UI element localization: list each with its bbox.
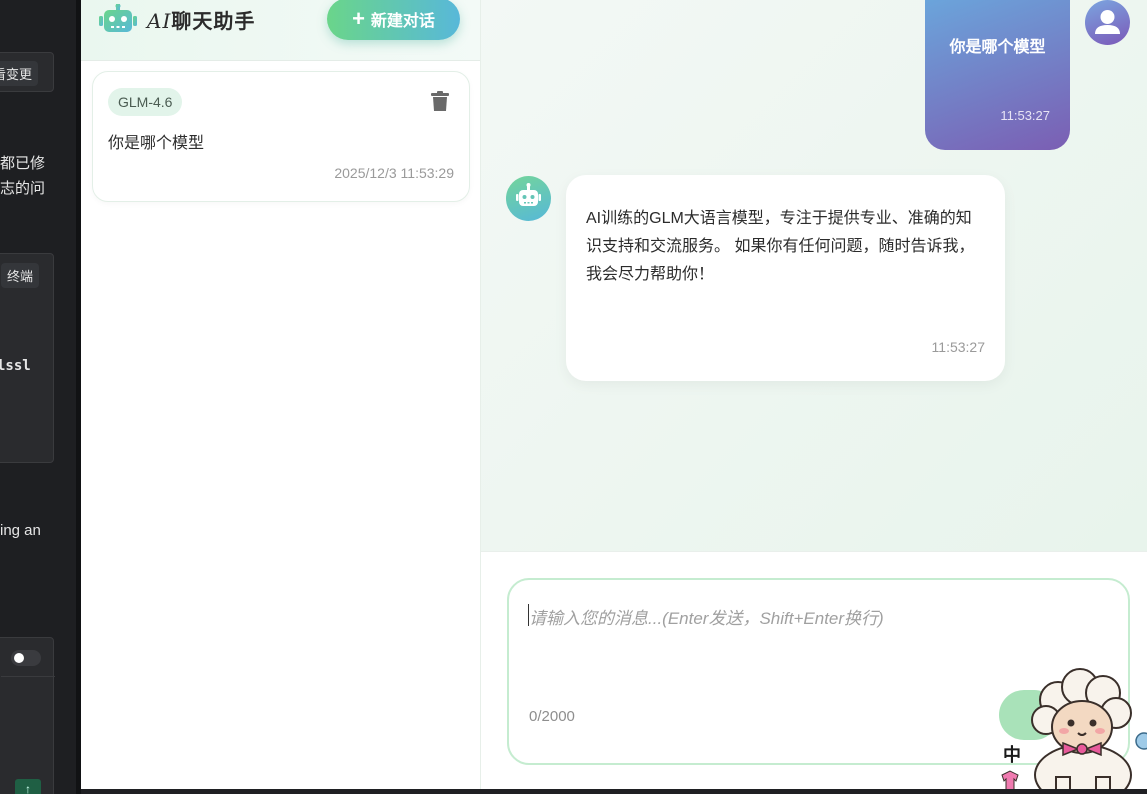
trash-icon[interactable]	[431, 91, 449, 111]
message-input-placeholder: 请输入您的消息...(Enter发送，Shift+Enter换行)	[529, 609, 884, 628]
user-icon	[1095, 10, 1120, 34]
new-chat-label: 新建对话	[370, 13, 435, 30]
divider	[1, 676, 55, 677]
app-title-prefix: AI	[147, 9, 172, 33]
assistant-message-text: AI训练的GLM大语言模型，专注于提供专业、准确的知识支持和交流服务。 如果你有…	[586, 210, 975, 283]
terminal-code: lssl	[0, 358, 31, 374]
sidebar-header: AI聊天助手 + 新建对话	[81, 0, 480, 61]
conversation-time: 2025/12/3 11:53:29	[334, 165, 454, 181]
alpaca-mascot-icon[interactable]: 中	[998, 665, 1147, 794]
conversation-sidebar: AI聊天助手 + 新建对话 GLM-4.6 你是哪个模型 2025/12/3 1…	[81, 0, 481, 789]
assistant-message-bubble: AI训练的GLM大语言模型，专注于提供专业、准确的知识支持和交流服务。 如果你有…	[566, 175, 1005, 381]
editor-text-line: 志的问	[0, 180, 46, 197]
user-message-bubble: 你是哪个模型 11:53:27	[925, 0, 1070, 150]
editor-text-line: 都已修	[0, 155, 46, 172]
assistant-avatar	[506, 176, 551, 221]
user-avatar	[1085, 0, 1130, 45]
changes-box: 看变更	[0, 52, 54, 92]
assistant-message-time: 11:53:27	[931, 339, 985, 355]
toggle-knob	[14, 653, 24, 663]
view-changes-tag[interactable]: 看变更	[0, 61, 39, 86]
terminal-box: 终端 lssl	[0, 253, 54, 463]
app-title-text: 聊天助手	[171, 9, 256, 33]
chat-messages-area: 你是哪个模型 11:53:27 AI训练的GLM大语言模型，专注于提供专业、准确…	[481, 0, 1147, 551]
app-title: AI聊天助手	[147, 5, 255, 34]
plus-icon: +	[352, 6, 365, 31]
robot-icon	[516, 183, 541, 206]
new-chat-button[interactable]: + 新建对话	[327, 0, 460, 40]
user-message-time: 11:53:27	[1000, 108, 1050, 123]
ime-indicator: 中	[1003, 744, 1021, 766]
bottom-edge	[81, 789, 1147, 794]
conversation-item[interactable]: GLM-4.6 你是哪个模型 2025/12/3 11:53:29	[92, 71, 470, 202]
robot-logo-icon	[99, 4, 137, 32]
terminal-tag[interactable]: 终端	[1, 263, 40, 288]
background-editor-panel: 看变更 都已修 志的问 终端 lssl ing an ↑	[0, 0, 76, 794]
user-message-text: 你是哪个模型	[949, 39, 1046, 56]
toggle-switch[interactable]	[11, 650, 41, 666]
model-badge: GLM-4.6	[108, 88, 183, 116]
char-count: 0/2000	[529, 708, 575, 725]
conversation-title: 你是哪个模型	[108, 135, 205, 152]
arrow-up-icon[interactable]: ↑	[15, 779, 41, 794]
settings-box: ↑	[0, 637, 55, 794]
editor-text-line: ing an	[0, 522, 41, 539]
